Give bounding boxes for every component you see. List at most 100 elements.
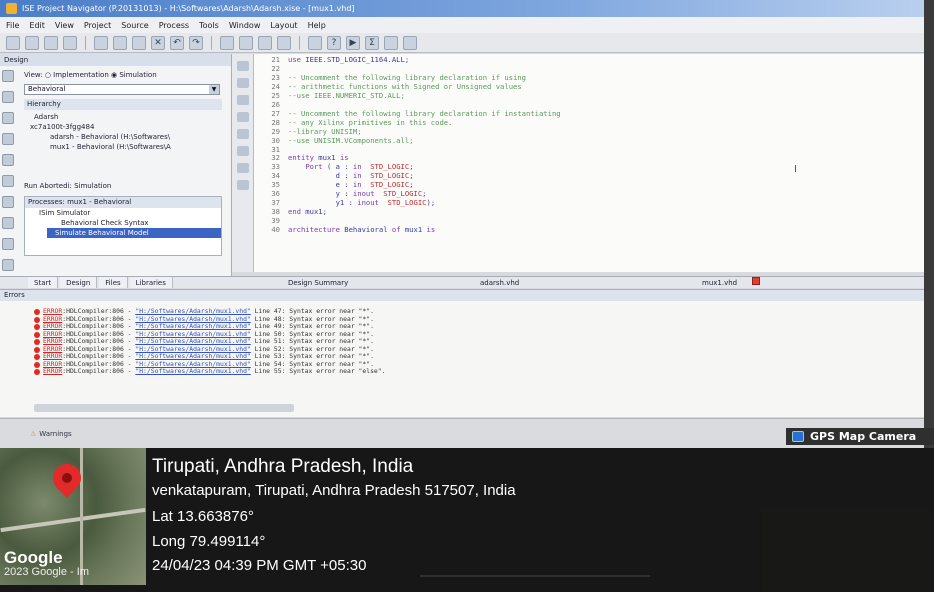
side-icon-10[interactable] [2,259,14,271]
side-icon-2[interactable] [2,91,14,103]
run-status: Run Abortedi: Simulation [24,182,112,190]
design-tabs: Start Design Files Libraries [0,276,232,288]
tool-icon-3[interactable] [236,95,249,105]
tab-files[interactable]: Files [99,277,128,288]
error-icon [34,346,40,353]
copy-icon[interactable] [113,35,127,50]
redo-icon[interactable]: ↷ [189,35,203,50]
side-icon-1[interactable] [2,70,14,82]
main-toolbar: ✕ ↶ ↷ ? ▶ Σ [0,33,924,53]
view-selector: View: ○ Implementation ◉ Simulation [24,71,157,79]
wand-icon[interactable] [384,35,398,50]
menu-edit[interactable]: Edit [29,21,45,30]
tab-start[interactable]: Start [28,277,59,288]
help-pointer-icon[interactable]: ? [327,35,341,50]
gps-camera-badge: GPS Map Camera [786,428,934,445]
tab-warnings[interactable]: Warnings [30,430,71,438]
tree-item-mux1[interactable]: mux1 - Behavioral (H:\Softwares\A [26,142,171,152]
error-row[interactable]: ERROR:HDLCompiler:806 - "H:/Softwares/Ad… [34,368,385,376]
run-icon[interactable]: ▶ [346,35,360,50]
view-implementation-label[interactable]: Implementation [53,71,109,79]
tool-icon-4[interactable] [236,112,249,122]
process-check-syntax[interactable]: Behavioral Check Syntax [25,218,221,228]
tool-icon-5[interactable] [236,129,249,139]
save-icon[interactable] [44,35,58,50]
error-icon [34,339,40,346]
delete-icon[interactable]: ✕ [151,35,165,50]
menu-layout[interactable]: Layout [270,21,297,30]
line-numbers: 21 22 23 24 25 26 27 28 29 30 31 32 33 3… [254,55,280,235]
error-icon [34,369,40,376]
sigma-icon[interactable]: Σ [365,35,379,50]
tab-design[interactable]: Design [60,277,98,288]
menu-help[interactable]: Help [308,21,326,30]
menu-project[interactable]: Project [84,21,111,30]
cut-icon[interactable] [94,35,108,50]
tool-icon-7[interactable] [236,163,249,173]
window-split-icon[interactable] [258,35,272,50]
window-max-icon[interactable] [277,35,291,50]
menu-view[interactable]: View [55,21,74,30]
errors-horizontal-scrollbar[interactable] [34,404,294,412]
error-icon [34,331,40,338]
view-radio-implementation[interactable]: ○ [45,71,51,79]
hierarchy-icon[interactable] [308,35,322,50]
undo-icon[interactable]: ↶ [170,35,184,50]
side-icon-8[interactable] [2,217,14,229]
editor-tabs: Design Summary adarsh.vhd mux1.vhd [232,276,924,288]
bulb-icon[interactable] [403,35,417,50]
processes-header: Processes: mux1 - Behavioral [25,197,221,208]
combo-value: Behavioral [28,85,66,93]
error-icon [34,324,40,331]
map-road [80,448,83,585]
close-tab-icon[interactable] [752,277,760,285]
view-simulation-label[interactable]: Simulation [119,71,156,79]
menu-file[interactable]: File [6,21,19,30]
side-icon-9[interactable] [2,238,14,250]
tab-libraries[interactable]: Libraries [129,277,173,288]
window-tile-icon[interactable] [220,35,234,50]
menu-window[interactable]: Window [229,21,261,30]
tool-icon-2[interactable] [236,78,249,88]
error-label[interactable]: ERROR [43,367,62,376]
side-icon-5[interactable] [2,154,14,166]
code-text[interactable]: use IEEE.STD_LOGIC_1164.ALL; -- Uncommen… [288,55,561,235]
text-cursor-icon: I [794,164,797,175]
tree-item-device[interactable]: xc7a100t-3fgg484 [26,122,171,132]
menu-tools[interactable]: Tools [199,21,219,30]
tab-mux1-vhd[interactable]: mux1.vhd [702,277,737,289]
window-cascade-icon[interactable] [239,35,253,50]
view-radio-simulation[interactable]: ◉ [111,71,117,79]
tree-item-project[interactable]: Adarsh [26,112,171,122]
side-icon-6[interactable] [2,175,14,187]
location-datetime: 24/04/23 04:39 PM GMT +05:30 [152,557,367,574]
menu-process[interactable]: Process [159,21,189,30]
tree-item-adarsh[interactable]: adarsh - Behavioral (H:\Softwares\ [26,132,171,142]
side-icon-3[interactable] [2,112,14,124]
menu-source[interactable]: Source [121,21,148,30]
code-editor[interactable]: 21 22 23 24 25 26 27 28 29 30 31 32 33 3… [254,54,924,272]
error-path-link[interactable]: "H:/Softwares/Adarsh/mux1.vhd" [135,367,250,376]
side-icon-7[interactable] [2,196,14,208]
process-isim[interactable]: ISim Simulator [25,208,221,218]
save-all-icon[interactable] [63,35,77,50]
tool-icon-8[interactable] [236,180,249,190]
tool-icon-1[interactable] [236,61,249,71]
paste-icon[interactable] [132,35,146,50]
keyboard-edge [420,575,650,592]
design-panel: Design View: ○ Implementation ◉ Simulati… [0,54,232,276]
processes-panel: Processes: mux1 - Behavioral ISim Simula… [24,196,222,256]
new-file-icon[interactable] [6,35,20,50]
process-simulate-model[interactable]: Simulate Behavioral Model [47,228,221,238]
window-titlebar: ISE Project Navigator (P.20131013) - H:\… [0,0,924,17]
tool-icon-6[interactable] [236,146,249,156]
design-side-icons [2,70,18,271]
tab-adarsh-vhd[interactable]: adarsh.vhd [480,277,519,289]
open-folder-icon[interactable] [25,35,39,50]
error-list: ERROR:HDLCompiler:806 - "H:/Softwares/Ad… [34,307,385,376]
chevron-down-icon[interactable]: ▼ [209,85,219,94]
side-icon-4[interactable] [2,133,14,145]
sim-view-combo[interactable]: Behavioral ▼ [24,84,220,95]
toolbar-separator [85,35,86,50]
tab-design-summary[interactable]: Design Summary [288,277,348,289]
